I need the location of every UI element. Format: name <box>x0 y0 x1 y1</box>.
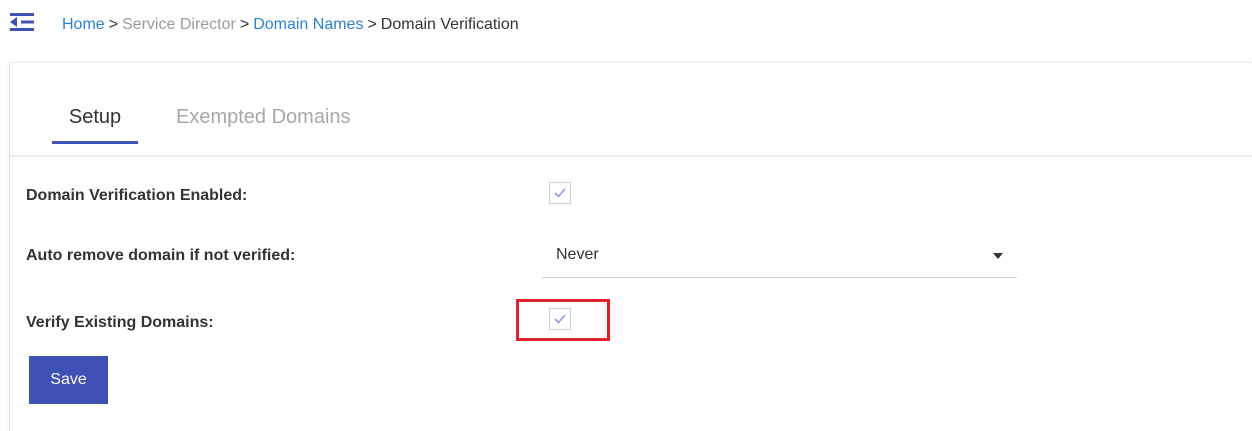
breadcrumb-separator: > <box>239 16 250 33</box>
checkmark-icon <box>554 188 566 198</box>
domain-verification-enabled-checkbox[interactable] <box>549 182 571 204</box>
tab-bar: Setup Exempted Domains <box>10 63 1252 157</box>
breadcrumb-home[interactable]: Home <box>62 16 105 33</box>
top-bar: Home > Service Director > Domain Names > Domai… <box>0 0 1252 48</box>
save-button[interactable]: Save <box>29 356 108 404</box>
auto-remove-select[interactable]: Never <box>542 233 1017 278</box>
domain-verification-enabled-label: Domain Verification Enabled: <box>26 187 248 204</box>
breadcrumb: Home > Service Director > Domain Names > Domai… <box>62 15 519 35</box>
checkmark-icon <box>554 314 566 324</box>
menu-collapse-icon[interactable] <box>10 12 34 32</box>
tab-exempted-domains[interactable]: Exempted Domains <box>176 103 351 131</box>
auto-remove-label: Auto remove domain if not verified: <box>26 247 296 264</box>
auto-remove-value: Never <box>556 246 599 263</box>
verify-existing-domains-checkbox[interactable] <box>549 308 571 330</box>
breadcrumb-separator: > <box>367 16 377 33</box>
tab-setup[interactable]: Setup <box>52 103 138 144</box>
verify-existing-domains-label: Verify Existing Domains: <box>26 314 214 331</box>
breadcrumb-separator: > <box>108 16 119 33</box>
chevron-down-icon <box>993 253 1003 259</box>
breadcrumb-domain-names[interactable]: Domain Names <box>253 16 363 33</box>
breadcrumb-service-director: Service Director <box>122 16 236 33</box>
settings-card: Setup Exempted Domains Domain Verificati… <box>9 62 1252 431</box>
breadcrumb-current: Domain Verification <box>380 16 519 33</box>
